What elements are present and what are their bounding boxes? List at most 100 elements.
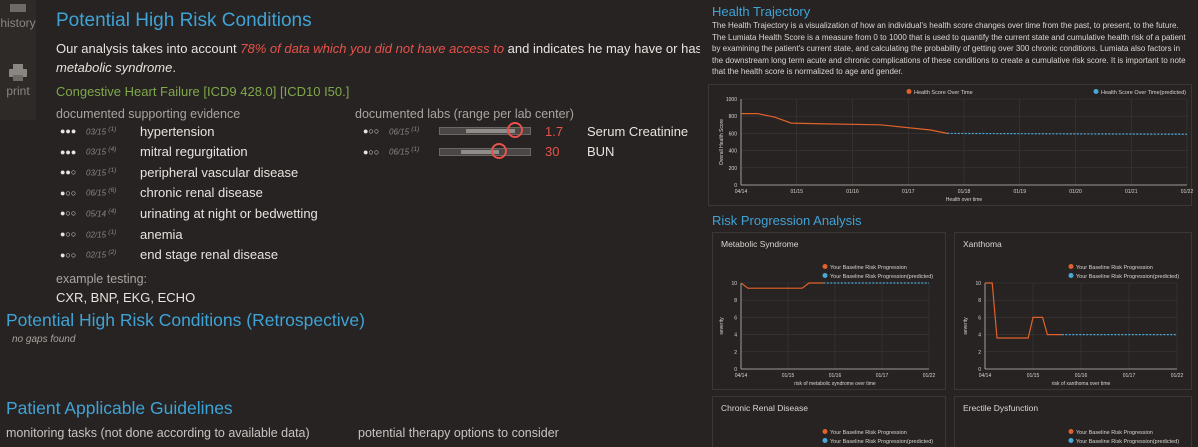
legend-label: Your Baseline Risk Progression [830, 430, 907, 436]
confidence-dots: ●○○ [60, 229, 77, 239]
retro-note: no gaps found [12, 334, 76, 345]
legend-label: Your Baseline Risk Progression [830, 265, 907, 271]
retro-title: Potential High Risk Conditions (Retrospe… [6, 310, 365, 330]
evidence-header: documented supporting evidence [56, 107, 241, 121]
y-tick-label: 1000 [726, 97, 737, 103]
lab-row[interactable]: ●○○ 06/15 (1) 30 BUN [363, 142, 615, 161]
evidence-row[interactable]: ●●● 03/15 (1) hypertension [60, 122, 214, 140]
evidence-date: 02/15 (1) [86, 228, 117, 240]
y-tick-label: 6 [734, 315, 737, 321]
y-tick-label: 2 [978, 350, 981, 356]
series-line-past [741, 113, 948, 134]
history-button[interactable]: history [0, 4, 36, 30]
confidence-dots: ●○○ [60, 208, 77, 219]
evidence-row[interactable]: ●○○ 06/15 (6) chronic renal disease [60, 184, 263, 202]
legend-swatch [1068, 264, 1074, 269]
x-tick-label: 01/17 [1123, 373, 1136, 379]
y-axis-label: severity [719, 317, 725, 335]
confidence-dots: ●●● [60, 126, 77, 136]
confidence-dots: ●○○ [363, 126, 380, 136]
risk-title: Risk Progression Analysis [712, 213, 862, 228]
evidence-row[interactable]: ●○○ 02/15 (1) anemia [60, 225, 183, 243]
xanthoma-chart: 024681004/14 01/15 01/16 01/17 01/22risk of … [963, 264, 1183, 387]
y-tick-label: 200 [729, 166, 738, 172]
right-panel: Health Trajectory The Health Trajectory … [704, 0, 1198, 447]
x-tick-label: 01/17 [876, 373, 889, 379]
lab-name: Serum Creatinine [587, 123, 689, 139]
legend-label: Your Baseline Risk Progression(predicted… [830, 274, 933, 280]
x-tick-label: 01/15 [790, 189, 803, 195]
labs-header: documented labs (range per lab center) [355, 107, 574, 121]
condition-name[interactable]: Congestive Heart Failure [ICD9 428.0] [I… [56, 84, 349, 99]
evidence-row[interactable]: ●○○ 05/14 (4) urinating at night or bedwet… [60, 204, 318, 222]
lab-value-marker [491, 142, 507, 159]
lab-value-marker [507, 122, 523, 138]
evidence-row[interactable]: ●●○ 03/15 (1) peripheral vascular disease [60, 163, 298, 181]
health-trajectory-card: 0 200 400 600 800 1000 04/14 01/15 01/16 01/17 01/… [708, 84, 1193, 206]
evidence-row[interactable]: ●●● 03/15 (4) mitral regurgitation [60, 143, 248, 161]
x-tick-label: 04/14 [735, 189, 748, 195]
lab-name: BUN [587, 144, 615, 160]
y-tick-label: 4 [978, 333, 981, 339]
x-tick-label: 01/18 [958, 189, 971, 195]
y-tick-label: 8 [734, 298, 737, 304]
health-trajectory-chart: 0200400600800100004/14 01/15 01/16 01/17 01/… [719, 89, 1193, 203]
x-tick-label: 01/22 [1181, 189, 1193, 195]
evidence-label: anemia [140, 226, 183, 242]
legend-swatch [1093, 89, 1099, 94]
erectile-dysfunction-card: Erectile Dysfunction Your Baseline Risk … [954, 396, 1192, 447]
legend-label: Your Baseline Risk Progression [1076, 430, 1153, 436]
confidence-dots: ●○○ [363, 146, 380, 157]
x-tick-label: 01/17 [902, 189, 915, 195]
conditions-intro: Our analysis takes into account 78% of d… [56, 39, 700, 77]
legend-label: Your Baseline Risk Progression(predicted… [1076, 274, 1179, 280]
trajectory-description: The Health Trajectory is a visualization… [712, 21, 1186, 76]
confidence-dots: ●○○ [60, 187, 77, 198]
metabolic-syndrome-chart: 024681004/14 01/15 01/16 01/17 01/22risk of … [719, 264, 935, 387]
metabolic-syndrome-title: Metabolic Syndrome [721, 239, 799, 249]
y-tick-label: 800 [729, 114, 738, 120]
lab-value: 1.7 [545, 123, 564, 139]
print-button[interactable]: print [0, 64, 36, 98]
evidence-date: 03/15 (1) [86, 166, 117, 178]
y-tick-label: 10 [975, 281, 981, 287]
print-label: print [6, 84, 30, 98]
y-tick-label: 4 [734, 333, 737, 339]
trajectory-title: Health Trajectory [712, 4, 811, 19]
evidence-label: end stage renal disease [140, 247, 279, 263]
xanthoma-title: Xanthoma [963, 239, 1002, 249]
legend-label: Your Baseline Risk Progression(predicted… [830, 439, 933, 445]
intro-period: . [172, 60, 176, 75]
x-axis-label: risk of metabolic syndrome over time [794, 381, 876, 387]
evidence-label: urinating at night or bedwetting [140, 205, 318, 221]
x-tick-label: 04/14 [979, 373, 992, 379]
intro-text-2: and indicates he may have or has a high … [507, 41, 700, 56]
y-tick-label: 8 [978, 298, 981, 304]
x-axis-label: risk of xanthoma over time [1052, 381, 1111, 387]
guidelines-title: Patient Applicable Guidelines [6, 398, 233, 418]
evidence-date: 02/15 (2) [86, 249, 117, 260]
history-icon [10, 4, 26, 12]
lab-row[interactable]: ●○○ 06/15 (1) 1.7 Serum Creatinine [363, 122, 688, 140]
confidence-dots: ●○○ [60, 249, 77, 260]
series-line-past [740, 282, 824, 289]
x-tick-label: 04/14 [735, 373, 748, 379]
intro-text-1: Our analysis takes into account [56, 41, 241, 56]
y-axis-label: Overall Health Score [719, 119, 725, 165]
therapy-header: potential therapy options to consider [358, 426, 559, 440]
metabolic-syndrome-card: Metabolic Syndrome 0 2 4 6 8 10 04/14 01/15 01/1… [712, 232, 946, 390]
legend-label: Health Score Over Time [914, 90, 973, 96]
evidence-row[interactable]: ●○○ 02/15 (2) end stage renal disease [60, 246, 278, 264]
lab-date: 06/15 (1) [389, 146, 420, 157]
history-label: history [0, 16, 36, 30]
lab-date: 06/15 (1) [389, 125, 420, 137]
legend-swatch [1068, 429, 1074, 434]
evidence-date: 06/15 (6) [86, 187, 117, 199]
legend-swatch [822, 273, 828, 278]
chronic-renal-title: Chronic Renal Disease [721, 403, 808, 413]
y-tick-label: 2 [734, 350, 737, 356]
lab-range-bar [439, 142, 531, 159]
x-tick-label: 01/16 [1075, 373, 1088, 379]
legend-swatch [906, 89, 912, 94]
x-tick-label: 01/20 [1069, 189, 1082, 195]
